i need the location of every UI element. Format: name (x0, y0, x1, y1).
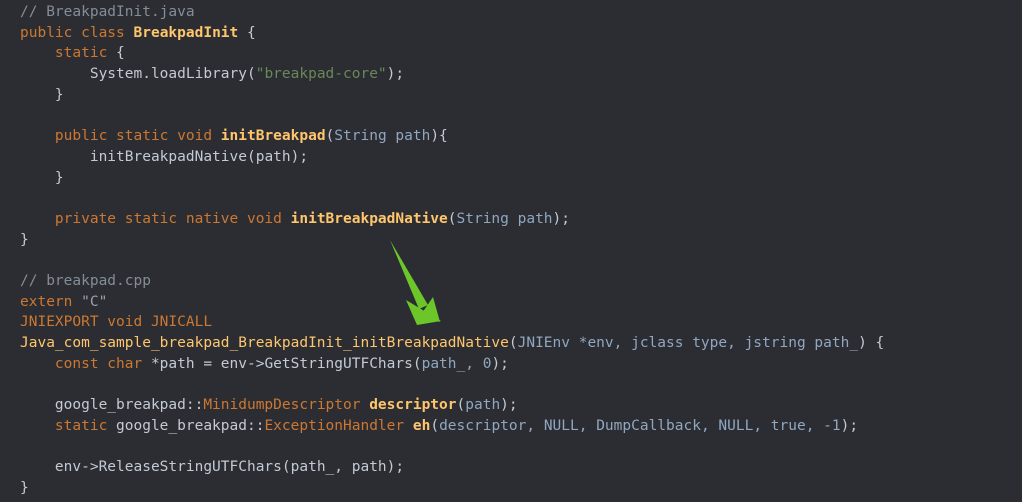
code-token: } (20, 231, 29, 248)
code-line: } (20, 230, 1022, 251)
code-token: static (54, 45, 108, 62)
code-token: { (238, 24, 256, 41)
code-token: "C" (81, 293, 108, 310)
code-line: google_breakpad::MinidumpDescriptor desc… (20, 395, 1022, 416)
code-line: } (20, 168, 1022, 189)
code-token: String path (456, 210, 553, 227)
code-token: JNIEXPORT void JNICALL (20, 314, 213, 331)
code-token: const char (54, 355, 151, 372)
code-line: System.loadLibrary("breakpad-core"); (20, 64, 1022, 85)
code-token: ( (508, 335, 518, 351)
code-token: initBreakpadNative (89, 148, 247, 165)
code-line: private static native void initBreakpadN… (20, 209, 1022, 230)
code-token: ( (430, 417, 440, 434)
code-token: (path); (246, 148, 309, 165)
code-token: extern (20, 293, 82, 310)
code-token: MinidumpDescriptor (203, 397, 361, 414)
code-token: ( (447, 210, 457, 227)
code-token: path_, (421, 355, 483, 372)
code-line: public class BreakpadInit { (20, 23, 1022, 44)
code-token: google_breakpad:: (116, 417, 265, 434)
code-line: Java_com_sample_breakpad_BreakpadInit_in… (20, 333, 1022, 354)
code-token: ); (500, 397, 518, 414)
code-line: initBreakpadNative(path); (20, 147, 1022, 168)
code-token: public class (20, 24, 134, 41)
code-token: ); (491, 355, 509, 372)
code-token: path (465, 397, 501, 414)
code-line: static google_breakpad::ExceptionHandler… (20, 416, 1022, 437)
code-token: google_breakpad:: (54, 397, 204, 414)
code-token: } (20, 479, 29, 496)
code-token: private static native void (54, 210, 291, 227)
code-token: ); (840, 417, 859, 434)
code-line: // breakpad.cpp (20, 271, 1022, 292)
code-token: public static void (54, 128, 221, 145)
code-token: ){ (430, 128, 448, 145)
code-token: descriptor, NULL, DumpCallback, NULL, tr… (439, 417, 841, 434)
code-token: ExceptionHandler (264, 417, 405, 434)
code-line: static { (20, 43, 1022, 64)
code-token: ( (456, 397, 466, 414)
code-line: } (20, 478, 1022, 499)
code-token: // BreakpadInit.java (20, 4, 195, 20)
code-line: env->ReleaseStringUTFChars(path_, path); (20, 457, 1022, 478)
code-listing: // BreakpadInit.java public class Breakpa… (20, 2, 1022, 499)
code-token: } (20, 169, 64, 186)
code-token: ) { (858, 335, 885, 351)
code-token: initBreakpadNative (290, 210, 448, 227)
code-line: public static void initBreakpad(String p… (20, 126, 1022, 147)
code-token: String path (334, 128, 431, 145)
code-token: } (20, 86, 64, 103)
code-token: ); (552, 210, 570, 227)
code-token: ( (325, 128, 335, 145)
code-token: System.loadLibrary (89, 66, 247, 83)
code-token: Java_com_sample_breakpad_BreakpadInit_in… (20, 335, 509, 351)
code-line: JNIEXPORT void JNICALL (20, 312, 1022, 333)
code-token: descriptor (369, 397, 457, 414)
code-token: BreakpadInit (133, 24, 239, 41)
code-editor-surface: // BreakpadInit.java public class Breakpa… (0, 0, 1022, 502)
code-token: *path = env->GetStringUTFChars (150, 355, 413, 372)
code-line: } (20, 85, 1022, 106)
code-token: env->ReleaseStringUTFChars (54, 459, 282, 476)
code-token: // breakpad.cpp (20, 272, 151, 289)
code-line: const char *path = env->GetStringUTFChar… (20, 354, 1022, 375)
code-token: ( (246, 66, 256, 83)
code-token: ); (386, 66, 405, 83)
code-token: eh (412, 417, 431, 434)
code-token: initBreakpad (220, 128, 326, 145)
code-token: { (107, 45, 125, 62)
code-token: JNIEnv *env, jclass type, jstring path_ (517, 335, 859, 351)
code-line: extern "C" (20, 292, 1022, 313)
code-token: (path_, path); (281, 459, 405, 476)
code-token: "breakpad-core" (255, 66, 387, 83)
code-line: // BreakpadInit.java (20, 2, 1022, 23)
code-token: static (54, 417, 117, 434)
code-token: ( (412, 355, 422, 372)
